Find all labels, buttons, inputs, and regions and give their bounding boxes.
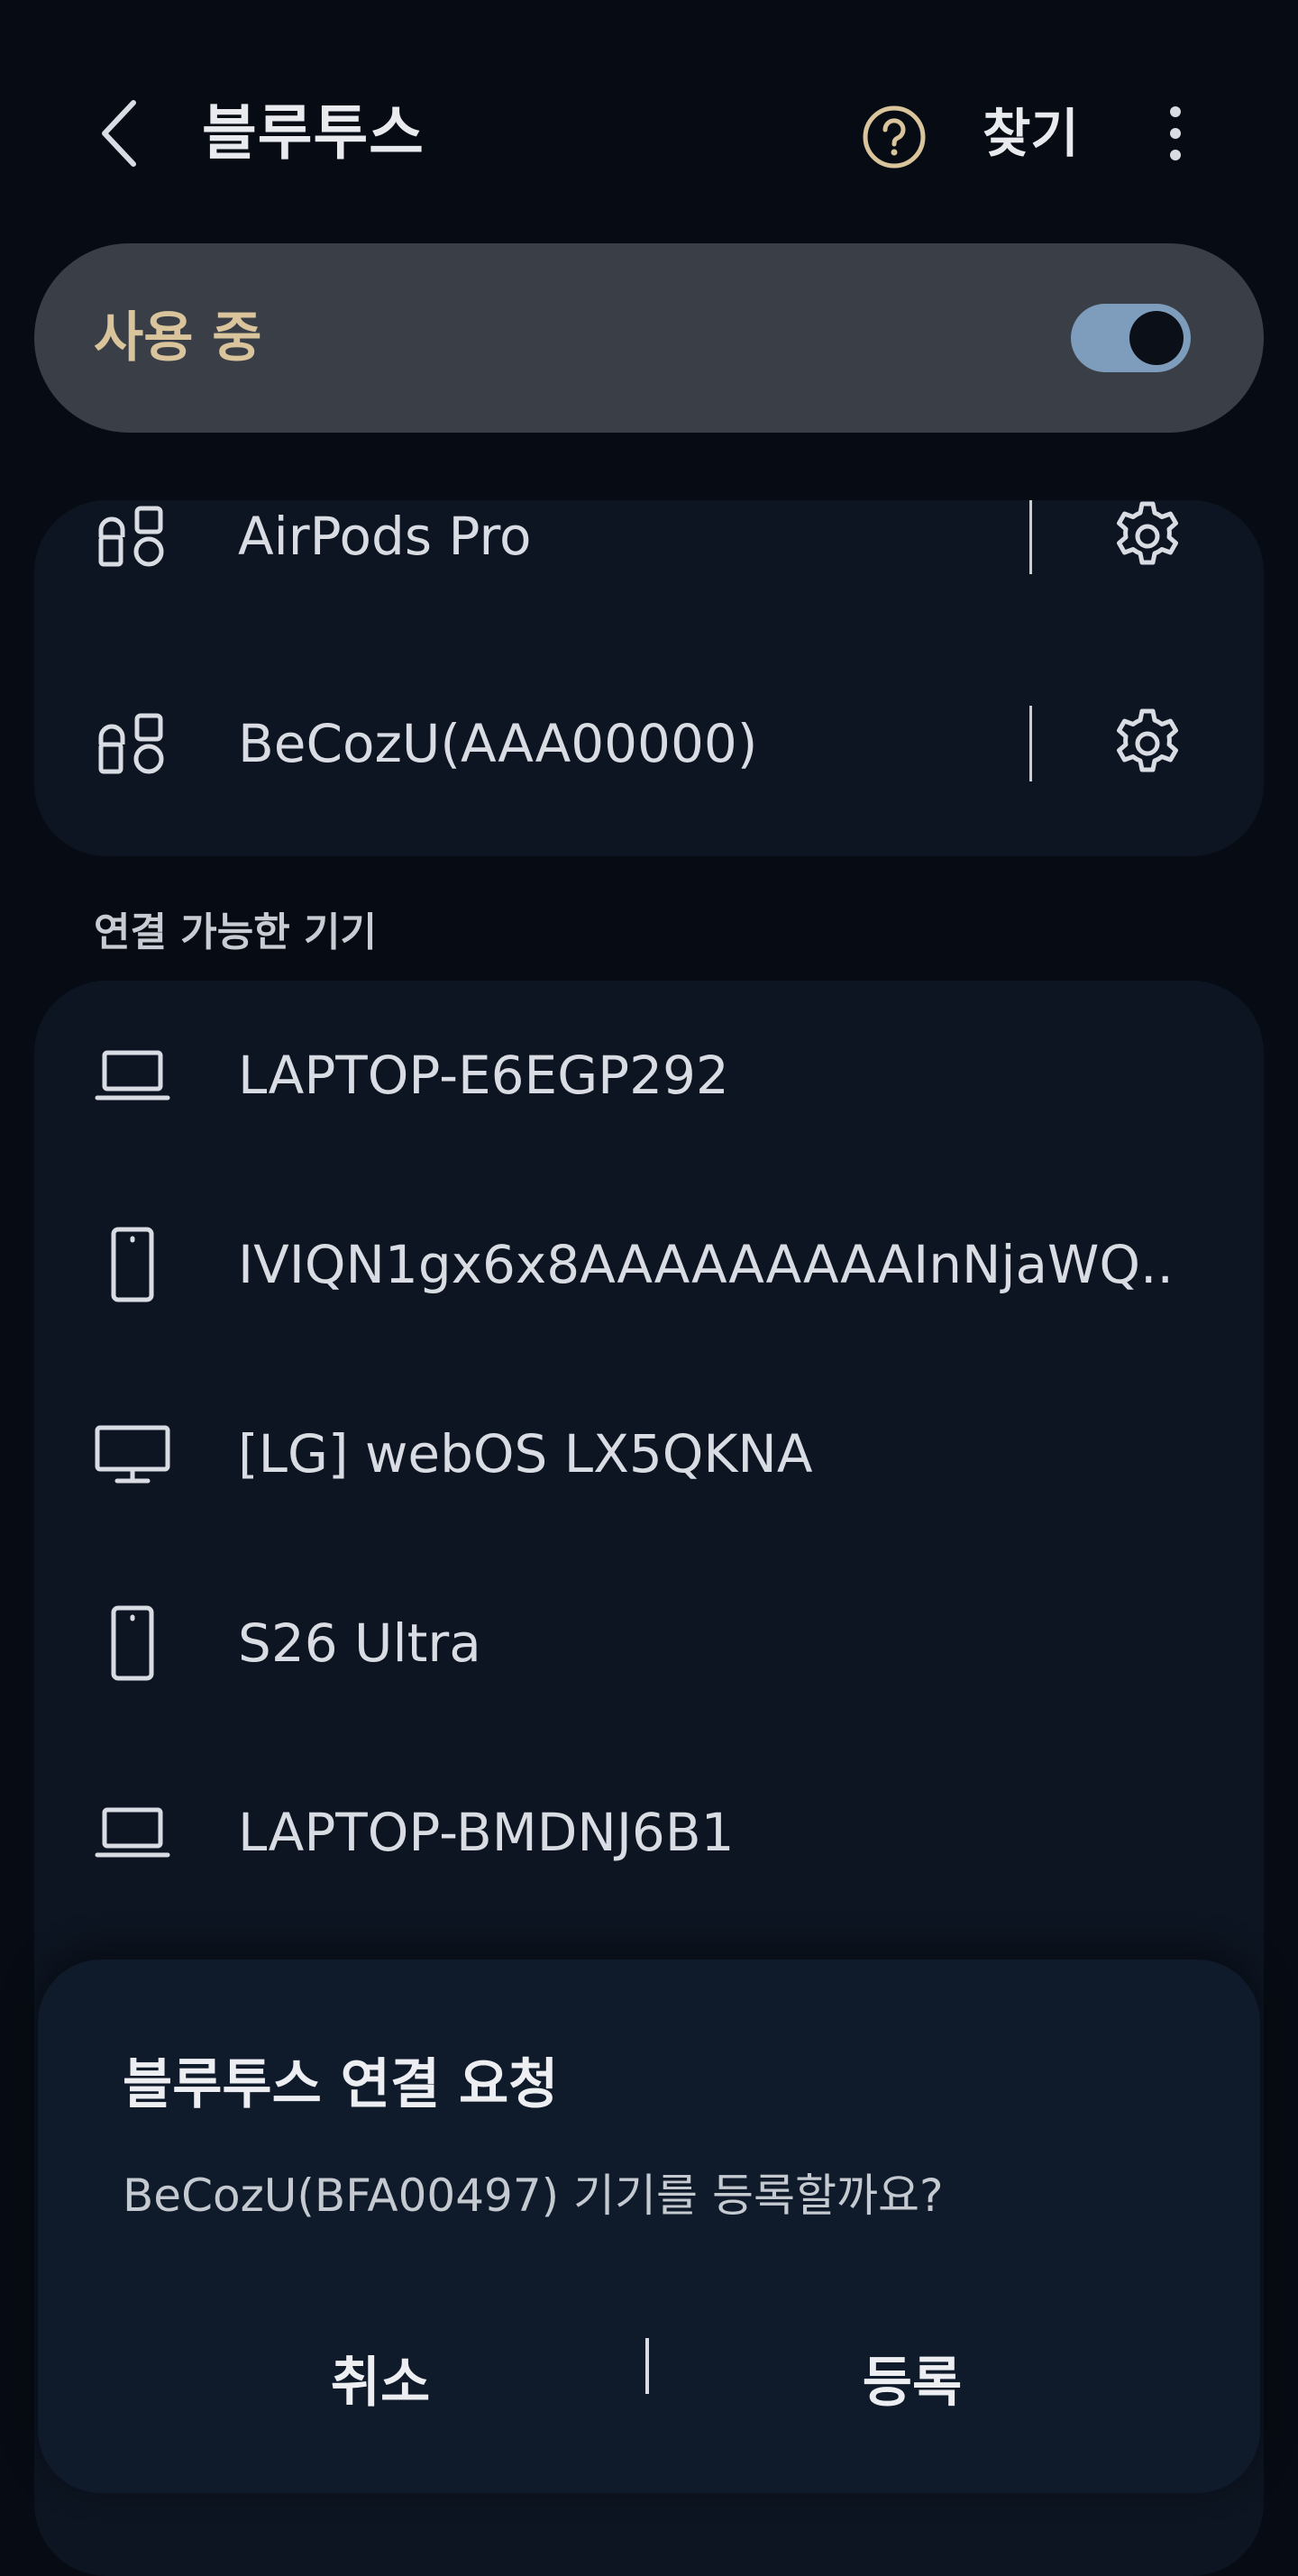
dialog-title: 블루투스 연결 요청: [123, 2053, 559, 2116]
more-options-button[interactable]: [1154, 90, 1197, 177]
phone-icon: [94, 1604, 171, 1682]
bluetooth-toggle[interactable]: [1071, 304, 1191, 372]
laptop-icon: [94, 1794, 171, 1871]
divider: [1029, 500, 1032, 574]
master-switch-label: 사용 중: [94, 306, 262, 370]
device-name: BeCozU(AAA00000): [238, 713, 758, 774]
phone-icon: [94, 1226, 171, 1303]
chevron-left-icon: [102, 100, 136, 167]
dialog-button-divider: [645, 2338, 649, 2394]
device-name: IVIQN1gx6x8AAAAAAAAAInNjaWQ..: [238, 1234, 1174, 1295]
register-button[interactable]: 등록: [660, 2329, 1165, 2437]
earbuds-icon: [94, 500, 171, 575]
back-button[interactable]: [87, 90, 151, 177]
pairing-request-dialog: 블루투스 연결 요청 BeCozU(BFA00497) 기기를 등록할까요? 취…: [38, 1959, 1260, 2493]
earbuds-icon: [94, 705, 171, 782]
more-vertical-icon: [1170, 106, 1181, 160]
bluetooth-master-switch[interactable]: 사용 중: [34, 243, 1264, 433]
device-settings-button[interactable]: [1107, 500, 1188, 577]
dialog-message: BeCozU(BFA00497) 기기를 등록할까요?: [123, 2170, 944, 2222]
help-circle-icon: [863, 105, 926, 169]
available-device-row[interactable]: S26 Ultra: [34, 1548, 1264, 1738]
cancel-button[interactable]: 취소: [128, 2329, 633, 2437]
divider: [1029, 706, 1032, 781]
available-devices-header: 연결 가능한 기기: [94, 909, 377, 955]
device-name: AirPods Pro: [238, 506, 532, 567]
paired-devices-list: AirPods Pro BeCozU(AAA00000): [34, 500, 1264, 856]
paired-device-row[interactable]: AirPods Pro: [34, 500, 1264, 617]
available-device-row[interactable]: LAPTOP-BMDNJ6B1: [34, 1738, 1264, 1927]
toggle-knob: [1129, 311, 1184, 365]
device-settings-button[interactable]: [1107, 703, 1188, 784]
monitor-icon: [94, 1415, 171, 1493]
paired-device-row[interactable]: BeCozU(AAA00000): [34, 662, 1264, 825]
top-app-bar: 블루투스 찾기: [0, 0, 1298, 270]
device-name: LAPTOP-BMDNJ6B1: [238, 1802, 735, 1863]
device-name: [LG] webOS LX5QKNA: [238, 1423, 813, 1484]
help-button[interactable]: [856, 99, 932, 175]
available-device-row[interactable]: LAPTOP-E6EGP292: [34, 981, 1264, 1170]
gear-icon: [1117, 708, 1178, 772]
device-name: S26 Ultra: [238, 1612, 481, 1674]
gear-icon: [1117, 501, 1178, 565]
page-title: 블루투스: [202, 98, 425, 168]
search-button[interactable]: 찾기: [983, 90, 1079, 177]
laptop-icon: [94, 1037, 171, 1114]
device-name: LAPTOP-E6EGP292: [238, 1045, 729, 1106]
available-device-row[interactable]: [LG] webOS LX5QKNA: [34, 1359, 1264, 1548]
available-device-row[interactable]: IVIQN1gx6x8AAAAAAAAAInNjaWQ..: [34, 1170, 1264, 1359]
